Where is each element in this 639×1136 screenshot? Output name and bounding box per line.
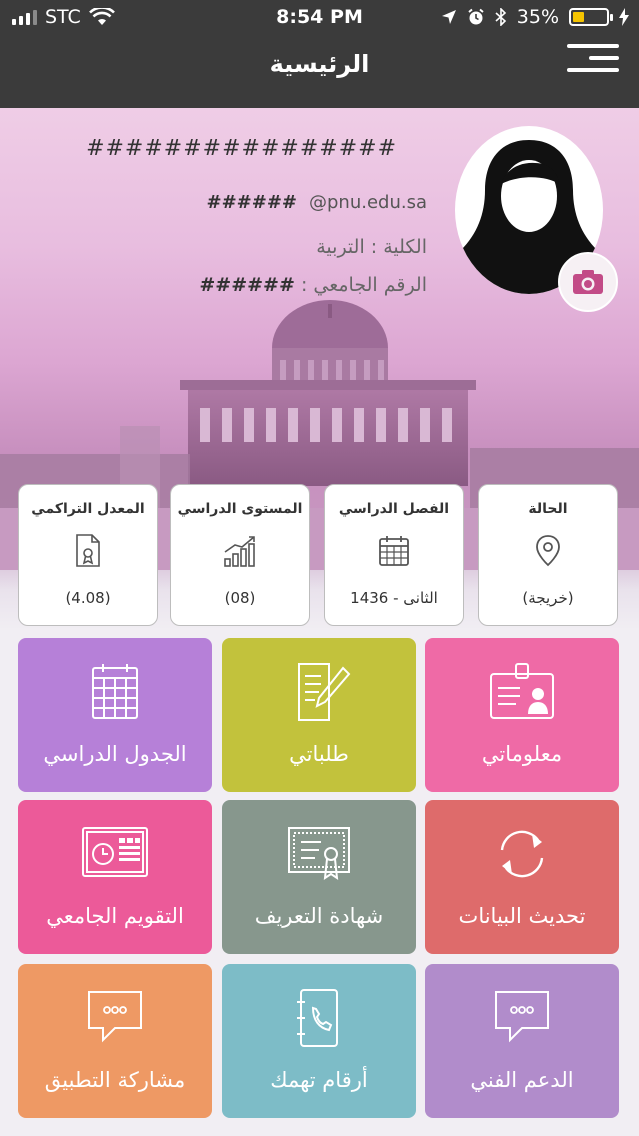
status-right: 35% [441,6,629,28]
my-info-label: معلوماتي [481,742,563,766]
growth-chart-icon [224,536,255,567]
id-card-icon [490,663,554,719]
share-app-tile[interactable]: مشاركة التطبيق [18,964,212,1118]
phone-book-icon [297,989,338,1047]
semester-card-title: الفصل الدراسي [338,501,450,517]
bluetooth-icon [495,8,506,26]
academic-calendar-label: التقويم الجامعي [46,904,184,928]
menu-button[interactable] [567,40,619,74]
status-bar: STC 8:54 PM 35% [0,0,639,36]
important-numbers-tile[interactable]: أرقام تهمك [222,964,416,1118]
tech-support-label: الدعم الفني [470,1068,574,1092]
student-id-label: الرقم الجامعي : [300,274,427,296]
location-pin-icon [536,535,560,567]
id-certificate-label: شهادة التعريف [254,904,384,928]
my-requests-tile[interactable]: طلباتي [222,638,416,792]
update-data-tile[interactable]: تحديث البيانات [425,800,619,954]
my-requests-label: طلباتي [289,742,349,766]
email-row: ###### @pnu.edu.sa [206,192,427,213]
level-card[interactable]: المستوى الدراسي (08) [170,484,310,626]
academic-summary-cards: الحالة (خريجة) الفصل الدراسي الثانى - 14… [0,484,639,628]
services-grid: معلوماتي طلباتي الجدول الدراسي تحديث الب… [0,638,639,1128]
menu-line [567,44,619,48]
share-chat-icon [88,991,142,1043]
update-data-label: تحديث البيانات [458,904,586,928]
certificate-icon [288,827,350,881]
gpa-card[interactable]: المعدل التراكمي (4.08) [18,484,158,626]
important-numbers-label: أرقام تهمك [270,1068,368,1092]
menu-line [589,56,619,60]
page-title: الرئيسية [269,50,370,78]
camera-icon [573,270,603,294]
status-card-value: (خريجة) [522,589,574,607]
share-app-label: مشاركة التطبيق [44,1068,186,1092]
class-schedule-tile[interactable]: الجدول الدراسي [18,638,212,792]
status-card[interactable]: الحالة (خريجة) [478,484,618,626]
tech-support-tile[interactable]: الدعم الفني [425,964,619,1118]
college-label: الكلية : [370,236,427,258]
college-value: التربية [316,236,365,258]
class-schedule-label: الجدول الدراسي [43,742,187,766]
level-card-title: المستوى الدراسي [177,501,303,517]
navigation-bar: الرئيسية [0,36,639,108]
college-row: الكلية : التربية [316,236,427,258]
my-info-tile[interactable]: معلوماتي [425,638,619,792]
student-name: ################ [86,136,397,161]
status-card-title: الحالة [528,501,568,517]
gpa-card-value: (4.08) [65,589,111,607]
level-card-value: (08) [224,589,256,607]
email-username: ###### [206,192,297,213]
requests-pen-icon [298,663,351,721]
semester-card[interactable]: الفصل الدراسي الثانى - 1436 [324,484,464,626]
calendar-icon [379,536,409,566]
charging-bolt-icon [619,8,629,26]
battery-percent: 35% [516,6,559,28]
academic-calendar-tile[interactable]: التقويم الجامعي [18,800,212,954]
schedule-calendar-icon [92,664,138,719]
menu-line [567,68,619,72]
change-photo-button[interactable] [558,252,618,312]
student-id-row: الرقم الجامعي : ###### [199,274,427,296]
battery-icon [569,8,613,26]
chat-bubble-icon [495,991,549,1043]
alarm-icon [468,8,484,25]
id-certificate-tile[interactable]: شهادة التعريف [222,800,416,954]
gpa-card-title: المعدل التراكمي [31,501,145,517]
certificate-document-icon [76,534,100,567]
academic-calendar-icon [82,827,148,877]
semester-card-value: الثانى - 1436 [350,589,438,607]
refresh-icon [500,830,544,878]
email-domain: @pnu.edu.sa [308,192,427,213]
location-arrow-icon [441,10,456,24]
student-id-value: ###### [199,274,295,296]
